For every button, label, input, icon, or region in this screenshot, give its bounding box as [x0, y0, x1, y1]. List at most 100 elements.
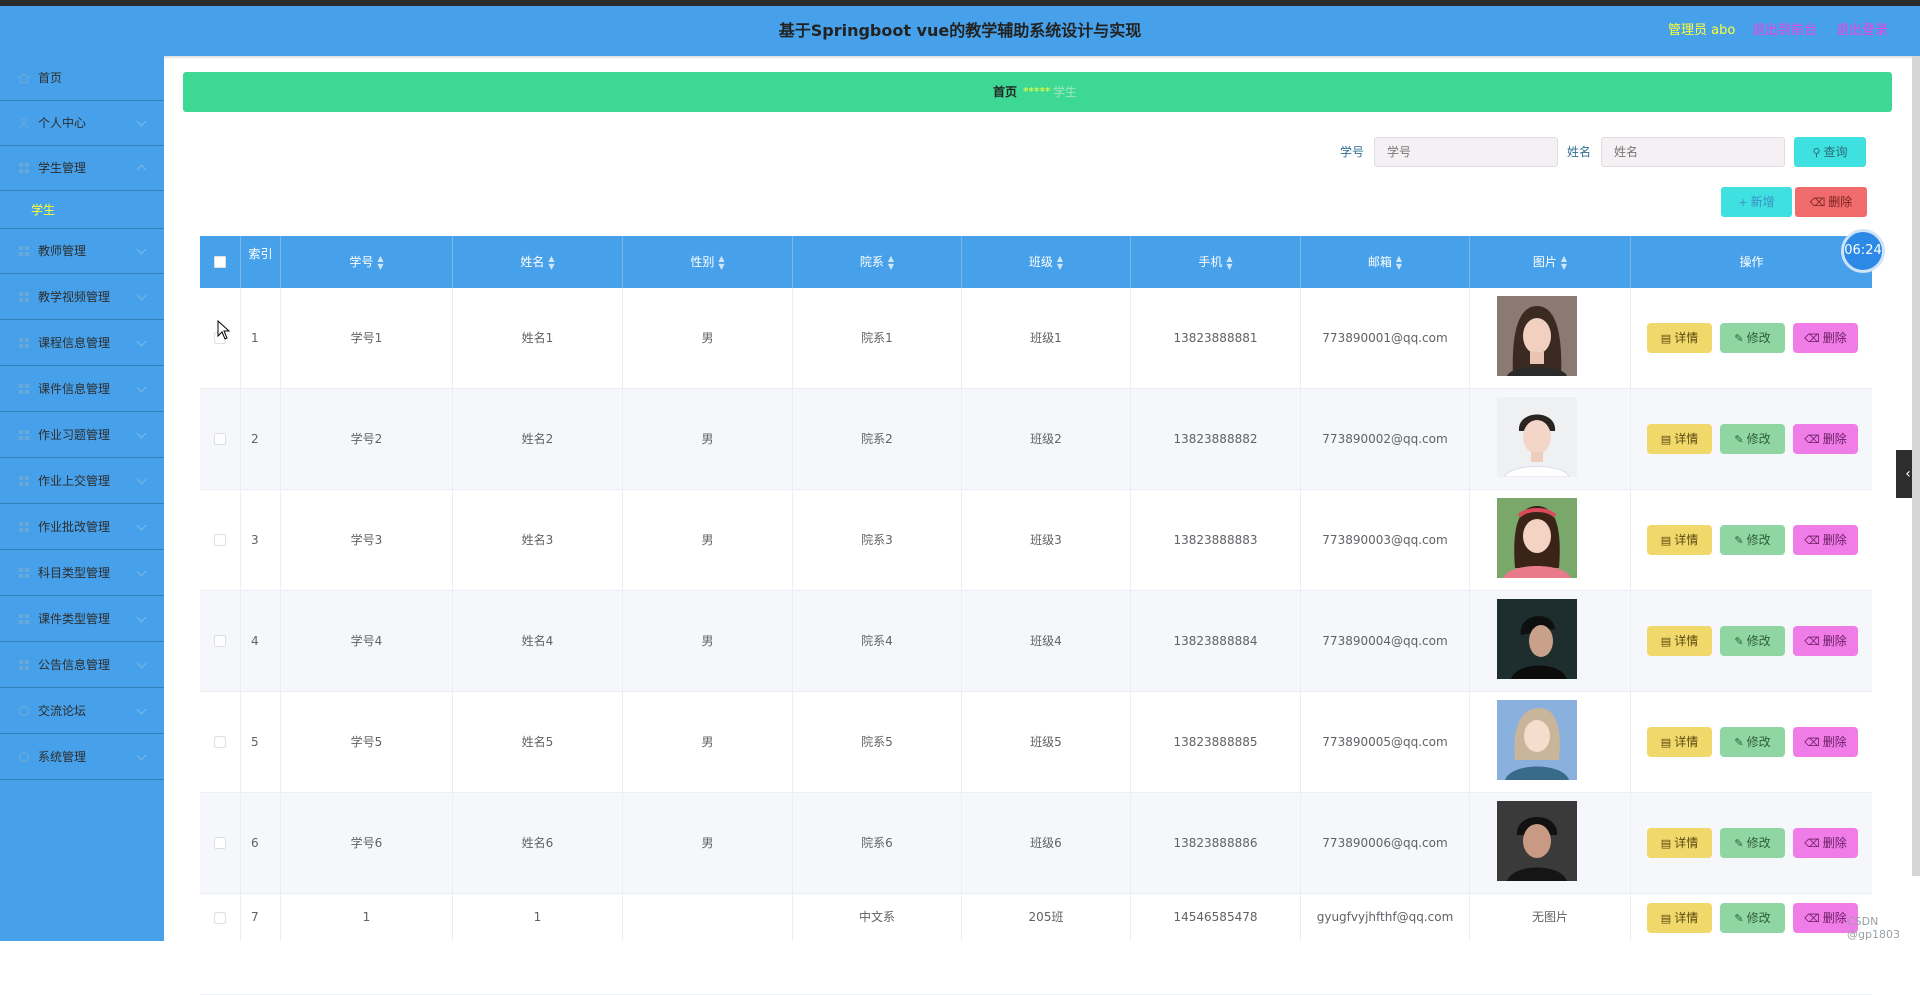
- sidebar-item-home[interactable]: 首页: [0, 56, 164, 101]
- edit-button[interactable]: ✎ 修改: [1720, 323, 1785, 353]
- chevron-down-icon: [136, 116, 147, 127]
- column-header-label: 图片: [1532, 255, 1557, 269]
- cell-email: 773890005@qq.com: [1301, 692, 1470, 792]
- cell-class: 班级2: [962, 389, 1131, 489]
- chevron-left-icon: ‹: [1905, 466, 1911, 482]
- pencil-icon: ✎: [1734, 433, 1744, 446]
- grid-icon: [19, 338, 29, 348]
- column-header-label: 姓名: [520, 255, 545, 269]
- edit-button[interactable]: ✎ 修改: [1720, 525, 1785, 555]
- table-row: 5 学号5 姓名5 男 院系5 班级5 13823888885 77389000…: [200, 692, 1872, 793]
- student-photo: [1497, 397, 1577, 477]
- back-to-front-link[interactable]: 退出到前台: [1752, 6, 1817, 56]
- row-checkbox[interactable]: [214, 534, 226, 546]
- delete-button[interactable]: ⌫ 删除: [1793, 424, 1858, 454]
- add-button[interactable]: + 新增: [1721, 187, 1792, 217]
- cell-phone: 13823888882: [1131, 389, 1301, 489]
- chevron-down-icon: [136, 520, 147, 531]
- column-header-email[interactable]: 邮箱 ▲ ▼: [1301, 236, 1470, 288]
- column-header-xingming[interactable]: 姓名 ▲ ▼: [453, 236, 623, 288]
- sidebar-item-forum[interactable]: 交流论坛: [0, 689, 164, 734]
- query-button[interactable]: ⚲ 查询: [1794, 137, 1866, 167]
- edit-button[interactable]: ✎ 修改: [1720, 828, 1785, 858]
- column-header-photo[interactable]: 图片 ▲ ▼: [1470, 236, 1631, 288]
- cell-index: 1: [241, 288, 281, 388]
- sidebar-item-courseware-type[interactable]: 课件类型管理: [0, 597, 164, 642]
- table-row: 4 学号4 姓名4 男 院系4 班级4 13823888884 77389000…: [200, 591, 1872, 692]
- cell-email: 773890004@qq.com: [1301, 591, 1470, 691]
- sort-icon: ▲ ▼: [548, 253, 555, 271]
- breadcrumb-home[interactable]: 首页: [993, 72, 1017, 112]
- document-icon: ▤: [1660, 736, 1672, 749]
- admin-label: 管理员 abo: [1668, 23, 1736, 38]
- detail-button-label: 详情: [1674, 331, 1699, 345]
- row-checkbox[interactable]: [214, 736, 226, 748]
- edit-button[interactable]: ✎ 修改: [1720, 424, 1785, 454]
- column-header-dept[interactable]: 院系 ▲ ▼: [793, 236, 962, 288]
- column-header-label: 班级: [1028, 255, 1053, 269]
- row-select-cell: [200, 793, 241, 893]
- detail-button[interactable]: ▤ 详情: [1647, 626, 1712, 656]
- delete-button-label: 删除: [1822, 533, 1847, 547]
- sidebar-item-profile[interactable]: 个人中心: [0, 101, 164, 146]
- chevron-down-icon: [136, 290, 147, 301]
- edit-button[interactable]: ✎ 修改: [1720, 727, 1785, 757]
- clock-widget[interactable]: 06:24: [1841, 229, 1885, 273]
- column-header-gender[interactable]: 性别 ▲ ▼: [623, 236, 793, 288]
- pencil-icon: ✎: [1734, 837, 1744, 850]
- edit-button[interactable]: ✎ 修改: [1720, 903, 1785, 933]
- edit-button[interactable]: ✎ 修改: [1720, 626, 1785, 656]
- row-checkbox[interactable]: [214, 635, 226, 647]
- column-header-phone[interactable]: 手机 ▲ ▼: [1131, 236, 1301, 288]
- grid-icon: [19, 568, 29, 578]
- pencil-icon: ✎: [1734, 332, 1744, 345]
- delete-button[interactable]: ⌫ 删除: [1793, 626, 1858, 656]
- batch-delete-button[interactable]: ⌫ 删除: [1795, 187, 1867, 217]
- detail-button[interactable]: ▤ 详情: [1647, 828, 1712, 858]
- detail-button[interactable]: ▤ 详情: [1647, 903, 1712, 933]
- sidebar-item-homework-submit[interactable]: 作业上交管理: [0, 459, 164, 504]
- sidebar-item-homework-exercise[interactable]: 作业习题管理: [0, 413, 164, 458]
- sidebar-item-homework-grading[interactable]: 作业批改管理: [0, 505, 164, 550]
- sidebar-item-notice-management[interactable]: 公告信息管理: [0, 643, 164, 688]
- logout-link[interactable]: 退出登录: [1836, 6, 1888, 56]
- sidebar-item-teacher-management[interactable]: 教师管理: [0, 229, 164, 274]
- sidebar-item-video-management[interactable]: 教学视频管理: [0, 275, 164, 320]
- select-all-checkbox[interactable]: [214, 256, 226, 268]
- trash-icon: ⌫: [1804, 912, 1820, 925]
- row-checkbox[interactable]: [214, 433, 226, 445]
- sidebar-item-courseware-management[interactable]: 课件信息管理: [0, 367, 164, 412]
- detail-button[interactable]: ▤ 详情: [1647, 727, 1712, 757]
- cell-actions: ▤ 详情 ✎ 修改 ⌫ 删除: [1631, 591, 1872, 691]
- cell-phone: 13823888886: [1131, 793, 1301, 893]
- sort-icon: ▲ ▼: [887, 253, 895, 271]
- xingming-search-input[interactable]: [1601, 137, 1785, 167]
- sidebar-item-course-management[interactable]: 课程信息管理: [0, 321, 164, 366]
- grid-icon: [19, 476, 29, 486]
- delete-button[interactable]: ⌫ 删除: [1793, 323, 1858, 353]
- xuehao-search-input[interactable]: [1374, 137, 1558, 167]
- sidebar-subitem-student[interactable]: 学生: [0, 191, 164, 229]
- column-header-xuehao[interactable]: 学号 ▲ ▼: [281, 236, 453, 288]
- table-header: 索引 学号 ▲ ▼ 姓名 ▲ ▼ 性别 ▲ ▼ 院系 ▲ ▼ 班级 ▲ ▼ 手机 ▲ ▼ 邮箱 ▲ ▼ 图片…: [200, 236, 1872, 288]
- sidebar-item-label: 公告信息管理: [38, 658, 111, 672]
- row-checkbox[interactable]: [214, 837, 226, 849]
- delete-button[interactable]: ⌫ 删除: [1793, 727, 1858, 757]
- detail-button-label: 详情: [1674, 432, 1699, 446]
- detail-button[interactable]: ▤ 详情: [1647, 323, 1712, 353]
- column-header-class[interactable]: 班级 ▲ ▼: [962, 236, 1131, 288]
- cell-email: 773890002@qq.com: [1301, 389, 1470, 489]
- chevron-down-icon: [136, 244, 147, 255]
- sidebar-item-system-management[interactable]: 系统管理: [0, 735, 164, 780]
- page-scrollbar[interactable]: [1912, 56, 1920, 876]
- row-checkbox[interactable]: [214, 912, 226, 924]
- detail-button[interactable]: ▤ 详情: [1647, 424, 1712, 454]
- detail-button[interactable]: ▤ 详情: [1647, 525, 1712, 555]
- sort-icon: ▲ ▼: [1056, 253, 1064, 271]
- delete-button[interactable]: ⌫ 删除: [1793, 828, 1858, 858]
- delete-button[interactable]: ⌫ 删除: [1793, 525, 1858, 555]
- sidebar-item-subject-type[interactable]: 科目类型管理: [0, 551, 164, 596]
- cell-dept: 院系1: [793, 288, 962, 388]
- edit-button-label: 修改: [1746, 735, 1771, 749]
- sidebar-item-student-management[interactable]: 学生管理: [0, 146, 164, 191]
